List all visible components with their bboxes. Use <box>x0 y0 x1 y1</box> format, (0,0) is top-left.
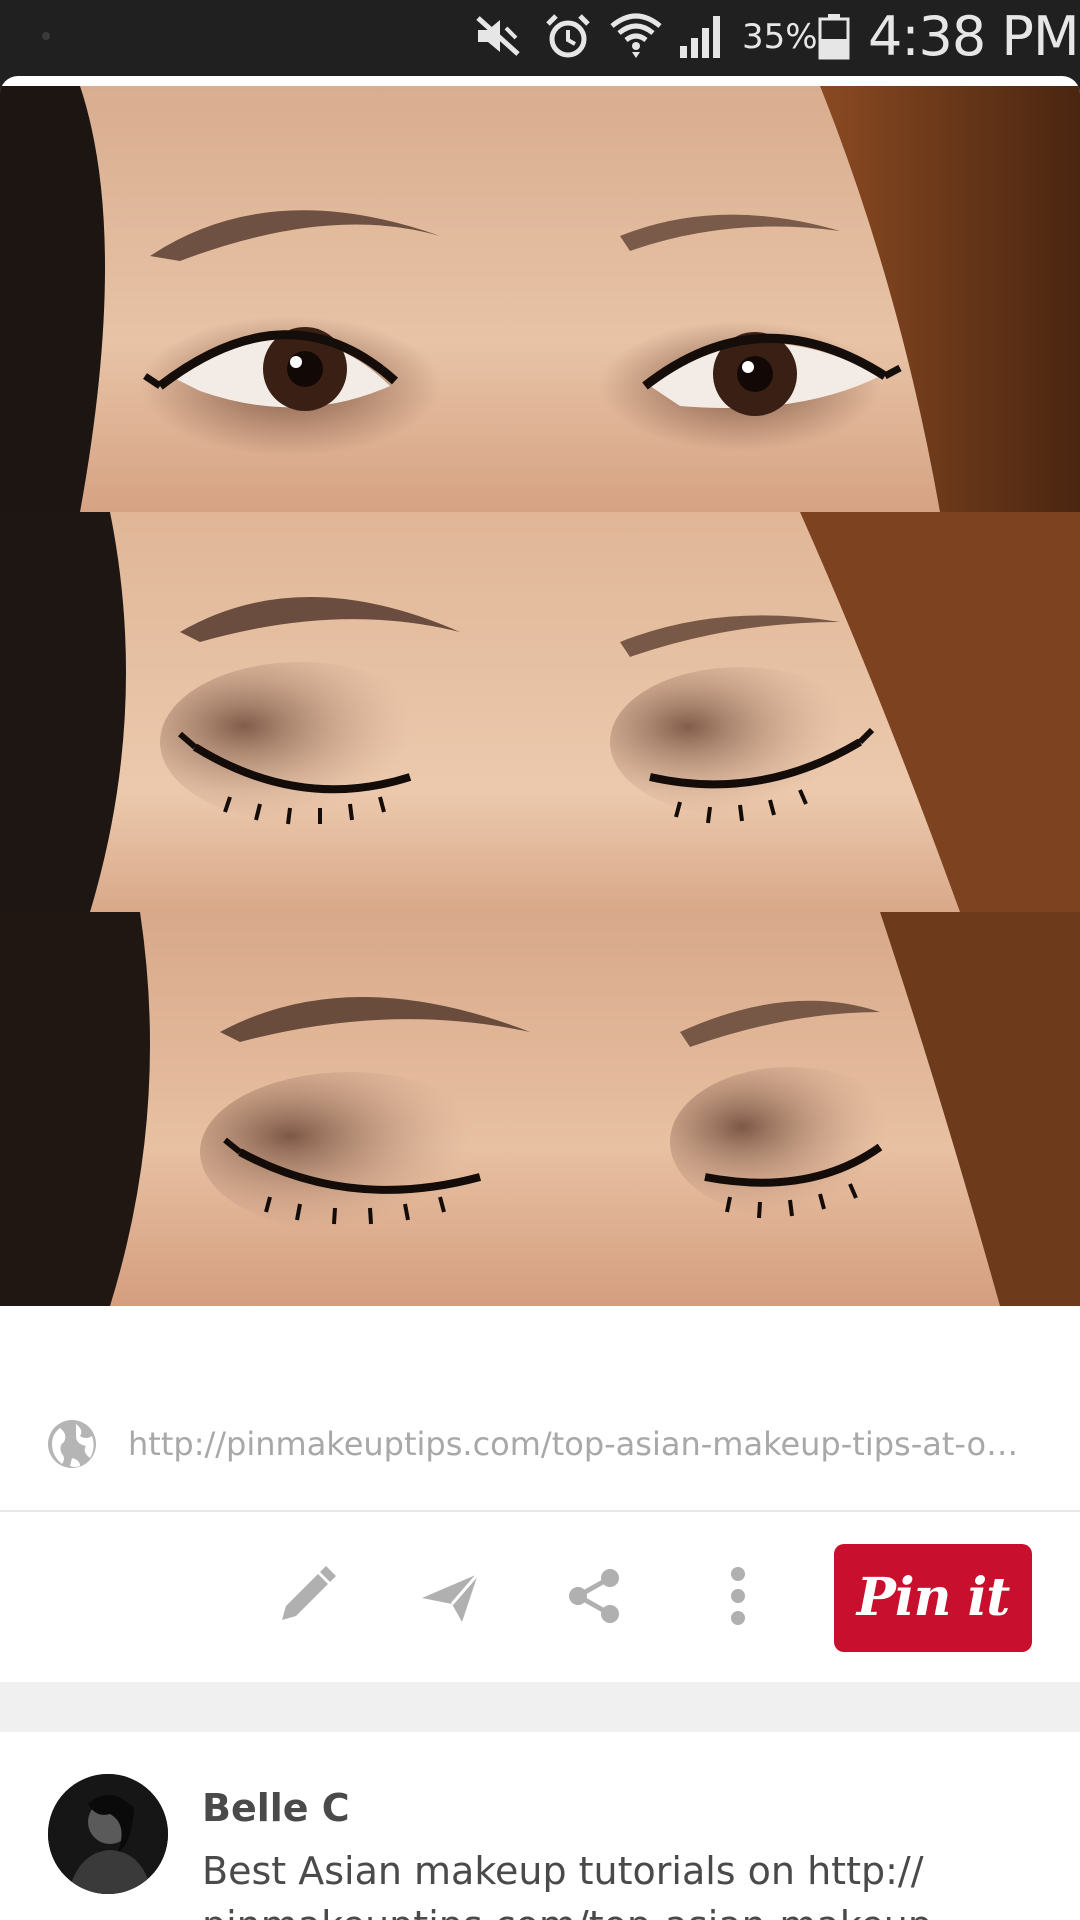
pinner-name[interactable]: Belle C <box>202 1786 350 1830</box>
photo-panel-eyes-open <box>0 86 1080 512</box>
notification-dot <box>42 32 50 40</box>
section-divider <box>0 1682 1080 1732</box>
pin-it-button[interactable]: Pin it <box>834 1544 1032 1652</box>
mute-icon <box>476 16 520 56</box>
alarm-icon <box>546 14 590 58</box>
share-icon[interactable] <box>562 1564 626 1628</box>
clock: 4:38 PM <box>868 5 1080 68</box>
photo-panel-eyes-closed-1 <box>0 512 1080 912</box>
pin-card: http://pinmakeuptips.com/top-asian-makeu… <box>0 76 1080 1920</box>
photo-panel-eyes-closed-2 <box>0 912 1080 1306</box>
wifi-icon <box>610 13 662 58</box>
pinner-info: Belle C Best Asian makeup tutorials on h… <box>0 1732 1080 1920</box>
source-link-row[interactable]: http://pinmakeuptips.com/top-asian-makeu… <box>0 1376 1080 1512</box>
signal-icon <box>680 16 720 58</box>
edit-icon[interactable] <box>274 1564 338 1628</box>
send-icon[interactable] <box>418 1564 482 1628</box>
avatar[interactable] <box>48 1774 168 1894</box>
source-url[interactable]: http://pinmakeuptips.com/top-asian-makeu… <box>128 1416 1028 1472</box>
pin-image[interactable] <box>0 86 1080 1376</box>
pin-description: Best Asian makeup tutorials on http:// p… <box>202 1849 946 1920</box>
battery-icon <box>818 14 850 60</box>
status-bar: 35% 4:38 PM <box>0 0 1080 74</box>
pin-action-bar: Pin it <box>0 1512 1080 1682</box>
battery-percent: 35% <box>742 17 818 57</box>
globe-icon <box>48 1420 96 1468</box>
more-options-icon[interactable] <box>706 1564 770 1628</box>
